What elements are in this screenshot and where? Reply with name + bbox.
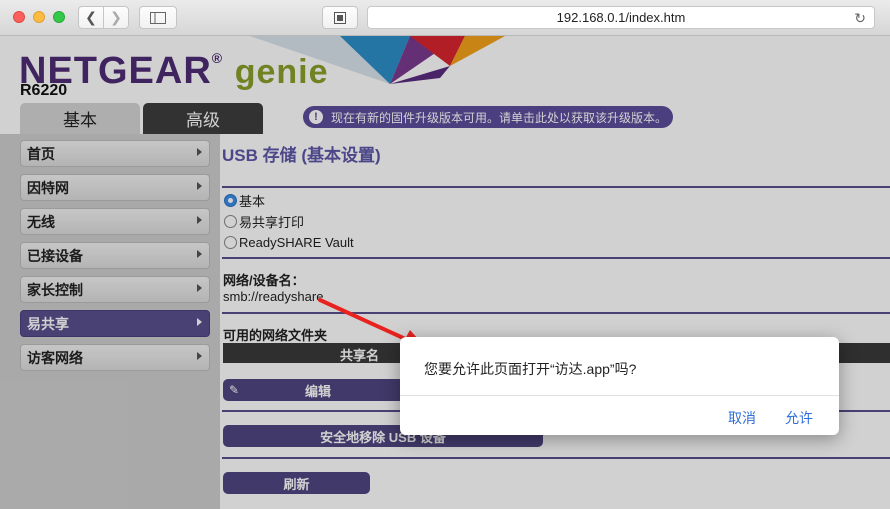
sidebar-item-home[interactable]: 首页 [20, 140, 210, 167]
pencil-icon: ✎ [229, 383, 240, 397]
refresh-button[interactable]: 刷新 [223, 472, 370, 494]
option-readyshare-printer[interactable]: 易共享打印 [224, 212, 304, 230]
arrow-right-icon [197, 148, 202, 156]
dialog-message: 您要允许此页面打开“访达.app”吗? [424, 361, 637, 377]
back-button[interactable]: ❮ [78, 6, 104, 29]
address-bar[interactable]: 192.168.0.1/index.htm ↻ [367, 6, 875, 29]
show-sidebar-button[interactable] [139, 6, 177, 29]
allow-button[interactable]: 允许 [785, 408, 813, 428]
option-label: 易共享打印 [239, 214, 305, 230]
option-basic[interactable]: 基本 [224, 191, 265, 209]
chevron-right-icon: ❯ [110, 9, 122, 25]
reader-button[interactable] [322, 6, 358, 29]
sidebar-item-label: 无线 [27, 213, 55, 230]
open-app-dialog: 您要允许此页面打开“访达.app”吗? 取消 允许 [400, 337, 839, 435]
option-label: 基本 [239, 193, 266, 209]
refresh-button-label: 刷新 [283, 476, 310, 492]
model-name: R6220 [20, 82, 68, 99]
sidebar-item-label: 访客网络 [27, 349, 83, 366]
tab-basic[interactable]: 基本 [20, 103, 140, 134]
dialog-divider [400, 395, 839, 396]
tab-advanced[interactable]: 高级 [143, 103, 263, 134]
arrow-right-icon [197, 318, 202, 326]
sidebar-item-label: 因特网 [27, 179, 69, 196]
arrow-right-icon [197, 284, 202, 292]
edit-button-label: 编辑 [304, 383, 331, 399]
edit-button[interactable]: ✎ 编辑 [223, 379, 413, 401]
sidebar-item-attached-devices[interactable]: 已接设备 [20, 242, 210, 269]
divider [222, 186, 890, 188]
firmware-update-banner[interactable]: ! 现在有新的固件升级版本可用。请单击此处以获取该升级版本。 [303, 106, 673, 128]
router-page: NETGEAR® genie R6220 基本 高级 ! 现在有新的固件升级版本… [0, 36, 890, 509]
sidebar-item-guest-network[interactable]: 访客网络 [20, 344, 210, 371]
logo-genie-text: genie [234, 53, 329, 91]
minimize-window-button[interactable] [33, 11, 45, 23]
zoom-window-button[interactable] [53, 11, 65, 23]
browser-toolbar: ❮ ❯ 192.168.0.1/index.htm ↻ [0, 0, 890, 36]
url-text: 192.168.0.1/index.htm [556, 10, 686, 25]
arrow-right-icon [197, 216, 202, 224]
sidebar-item-internet[interactable]: 因特网 [20, 174, 210, 201]
device-name-label: 网络/设备名： [223, 273, 305, 288]
reload-icon[interactable]: ↻ [854, 10, 866, 27]
divider [222, 457, 890, 459]
radio-button-selected[interactable] [224, 193, 237, 207]
cancel-button[interactable]: 取消 [728, 408, 756, 428]
sidebar-item-wireless[interactable]: 无线 [20, 208, 210, 235]
radio-button[interactable] [224, 235, 237, 249]
forward-button[interactable]: ❯ [103, 6, 129, 29]
sidebar-item-parental-controls[interactable]: 家长控制 [20, 276, 210, 303]
option-label: ReadySHARE Vault [239, 234, 354, 250]
reader-icon [334, 11, 346, 24]
divider [222, 257, 890, 259]
option-readyshare-vault[interactable]: ReadySHARE Vault [224, 233, 354, 251]
firmware-update-text: 现在有新的固件升级版本可用。请单击此处以获取该升级版本。 [331, 110, 668, 125]
page-header: NETGEAR® genie R6220 基本 高级 ! 现在有新的固件升级版本… [0, 36, 890, 134]
sidebar-item-label: 易共享 [27, 315, 69, 332]
close-window-button[interactable] [13, 11, 25, 23]
sidebar-item-readyshare[interactable]: 易共享 [20, 310, 210, 337]
alert-icon: ! [309, 110, 323, 124]
radio-button[interactable] [224, 214, 237, 228]
sidebar: 首页 因特网 无线 已接设备 家长控制 易共享 访客网络 [0, 134, 220, 509]
screen: ❮ ❯ 192.168.0.1/index.htm ↻ NETGEAR® gen… [0, 0, 890, 509]
sidebar-item-label: 首页 [27, 145, 55, 162]
sidebar-item-label: 家长控制 [27, 281, 83, 298]
arrow-right-icon [197, 352, 202, 360]
logo-registered-mark: ® [211, 50, 224, 66]
page-title: USB 存储 (基本设置) [222, 146, 381, 165]
sidebar-item-label: 已接设备 [27, 247, 83, 264]
chevron-left-icon: ❮ [85, 9, 97, 25]
sidebar-icon [150, 11, 166, 24]
arrow-right-icon [197, 182, 202, 190]
arrow-right-icon [197, 250, 202, 258]
